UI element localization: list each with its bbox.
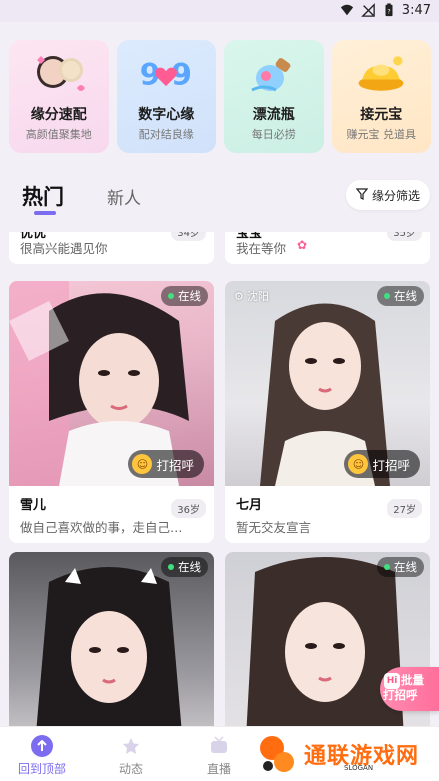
arrow-up-icon <box>31 735 53 757</box>
filter-icon <box>355 187 369 203</box>
flower-icon: ✿ <box>297 238 308 252</box>
online-label: 在线 <box>178 289 201 303</box>
online-badge: 在线 <box>377 286 424 306</box>
smile-emoji-icon: ☺ <box>348 454 369 474</box>
online-badge: 在线 <box>161 557 208 577</box>
number-heart-icon: 9 9 <box>138 50 194 96</box>
watermark: 通联游戏网 SLOGAN <box>258 734 419 774</box>
online-label: 在线 <box>394 560 417 574</box>
nav-moments[interactable]: 动态 <box>101 735 161 777</box>
user-name: 雪儿 <box>20 498 47 513</box>
user-age: 36岁 <box>171 499 206 518</box>
tab-hot[interactable]: 热门 <box>22 181 64 211</box>
location-label: 沈阳 <box>246 290 269 303</box>
feed-tabs: 热门 新人 缘分筛选 <box>0 178 439 220</box>
tab-new[interactable]: 新人 <box>107 184 141 209</box>
batch-greet-button[interactable]: Hi 批量 打招呼 <box>380 667 439 711</box>
user-photo: 在线 <box>9 552 214 726</box>
greet-button[interactable]: ☺ 打招呼 <box>344 450 420 478</box>
tile-title: 漂流瓶 <box>252 107 295 123</box>
greet-label: 打招呼 <box>156 457 194 473</box>
tile-subtitle: 每日必捞 <box>251 128 296 141</box>
online-badge: 在线 <box>377 557 424 577</box>
watermark-slogan: SLOGAN <box>344 764 374 772</box>
location-tag: ⚙ 沈阳 <box>234 288 269 304</box>
battery-icon: ? <box>381 2 397 18</box>
greet-label: 打招呼 <box>372 457 410 473</box>
tile-title: 接元宝 <box>360 107 403 123</box>
status-time: 3:47 <box>401 2 431 18</box>
tile-subtitle: 配对结良缘 <box>138 128 194 141</box>
online-label: 在线 <box>394 289 417 303</box>
tile-title: 数字心缘 <box>138 107 195 123</box>
online-dot <box>168 293 174 299</box>
user-motto: 很高兴能遇见你 <box>20 241 108 256</box>
user-motto: 我在等你 <box>236 241 287 256</box>
nav-label: 动态 <box>118 762 143 776</box>
user-card[interactable]: 优优 ♥♥♥ 34岁 很高兴能遇见你 <box>9 232 214 264</box>
tile-number-heart[interactable]: 9 9 数字心缘 配对结良缘 <box>116 40 216 153</box>
nav-back-to-top[interactable]: 回到顶部 <box>12 735 72 777</box>
watermark-logo-icon <box>258 734 298 774</box>
feature-tiles: 缘分速配 高颜值聚集地 9 9 数字心缘 配对结良缘 漂流瓶 每日必捞 接元宝 … <box>9 40 431 153</box>
tv-icon <box>208 735 230 757</box>
nav-label: 回到顶部 <box>17 762 66 776</box>
online-dot <box>384 293 390 299</box>
greet-button[interactable]: ☺ 打招呼 <box>128 450 204 478</box>
status-bar: ? 3:47 <box>0 0 439 22</box>
nav-live[interactable]: 直播 <box>189 735 249 777</box>
online-dot <box>168 564 174 570</box>
tile-subtitle: 高颜值聚集地 <box>25 128 92 141</box>
nav-label: 直播 <box>206 762 231 776</box>
fate-filter-button[interactable]: 缘分筛选 <box>345 180 430 210</box>
tile-subtitle: 赚元宝 兑道具 <box>346 128 417 141</box>
user-card[interactable]: 在线 <box>9 552 214 726</box>
smile-emoji-icon: ☺ <box>132 454 153 474</box>
tile-drift-bottle[interactable]: 漂流瓶 每日必捞 <box>224 40 324 153</box>
user-motto: 做自己喜欢做的事，走自己… <box>20 520 183 535</box>
tile-quick-match[interactable]: 缘分速配 高颜值聚集地 <box>9 40 109 153</box>
no-signal-icon <box>360 2 376 18</box>
online-badge: 在线 <box>161 286 208 306</box>
drift-bottle-icon <box>246 50 302 96</box>
batch-line1: 批量 <box>401 673 424 687</box>
wifi-icon <box>339 2 355 18</box>
user-photo: ⚙ 沈阳 在线 ☺ 打招呼 <box>225 281 430 486</box>
tile-gold-ingot[interactable]: 接元宝 赚元宝 兑道具 <box>331 40 431 153</box>
status-icons: ? 3:47 <box>339 2 431 18</box>
hi-badge-icon: Hi <box>384 673 400 689</box>
batch-line2: 打招呼 <box>383 688 418 702</box>
user-name: 七月 <box>236 498 263 513</box>
star-icon <box>120 735 142 757</box>
user-card[interactable]: 宝宝 35岁 我在等你 ✿ <box>225 232 430 264</box>
location-icon: ⚙ <box>234 289 244 303</box>
quick-match-icon <box>31 50 87 96</box>
portrait-illustration <box>36 567 182 726</box>
tile-title: 缘分速配 <box>30 107 87 123</box>
user-age: 27岁 <box>387 499 422 518</box>
heart-emojis: ♥♥♥ <box>53 232 83 235</box>
online-label: 在线 <box>178 560 201 574</box>
filter-label: 缘分筛选 <box>371 188 420 203</box>
tab-indicator <box>34 211 56 215</box>
user-motto: 暂无交友宣言 <box>236 520 312 535</box>
user-photo: 在线 ☺ 打招呼 <box>9 281 214 486</box>
user-card[interactable]: ⚙ 沈阳 在线 ☺ 打招呼 七月 27岁 暂无交友宣言 <box>225 281 430 543</box>
svg-text:?: ? <box>387 9 390 16</box>
user-card[interactable]: 在线 ☺ 打招呼 雪儿 36岁 做自己喜欢做的事，走自己… <box>9 281 214 543</box>
user-grid: 优优 ♥♥♥ 34岁 很高兴能遇见你 宝宝 35岁 我在等你 ✿ 在线 ☺打招呼… <box>0 232 439 726</box>
gold-ingot-icon <box>353 50 409 96</box>
online-dot <box>384 564 390 570</box>
